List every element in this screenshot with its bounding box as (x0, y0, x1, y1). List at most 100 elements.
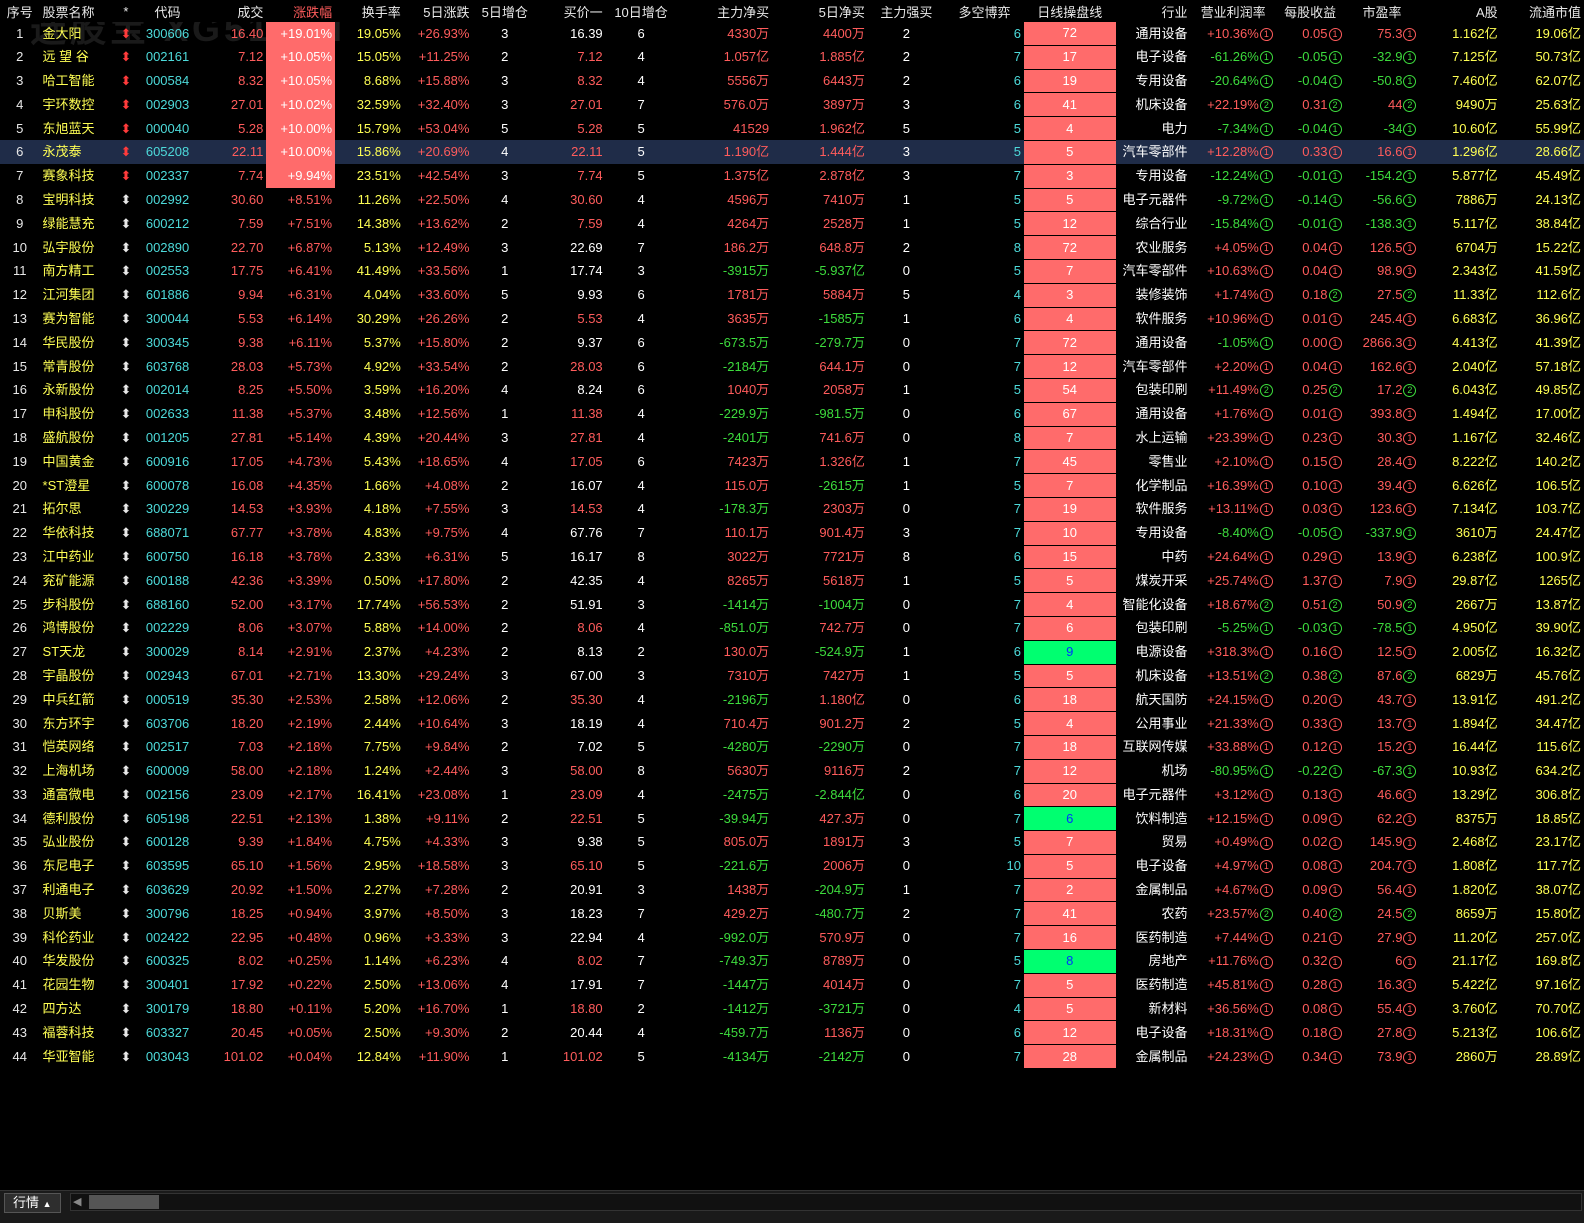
table-row[interactable]: 14 华民股份 ⬍ 300345 9.38 +6.11% 5.37% +15.80% 2 9.37… (0, 330, 1584, 356)
row-index: 19 (12, 453, 27, 469)
table-row[interactable]: 24 兖矿能源 ⬍ 600188 42.36 +3.39% 0.50% +17.80% 2 42.… (0, 568, 1584, 594)
column-header[interactable]: 涨跌幅 (266, 0, 336, 22)
operating-margin: -61.26% 1 (1191, 45, 1276, 69)
column-header[interactable]: * (114, 0, 138, 22)
table-row[interactable]: 4 宇环数控 ⬍ 002903 27.01 +10.02% 32.59% +32.40% 3 27… (0, 92, 1584, 118)
table-row[interactable]: 27 ST天龙 ⬍ 300029 8.14 +2.91% 2.37% +4.23% 2 8.13 2… (0, 640, 1584, 665)
daily-board: 4 (1024, 307, 1116, 332)
change-pct: +2.91% (287, 644, 333, 660)
price: 22.11 (197, 140, 267, 165)
column-header[interactable]: 流通市值 (1500, 0, 1584, 22)
table-row[interactable]: 44 华亚智能 ⬍ 003043 101.02 +0.04% 12.84% +11.90% 1 1… (0, 1044, 1584, 1070)
operating-margin: +4.67% 1 (1191, 878, 1276, 902)
rank-circle-icon: 1 (1403, 336, 1417, 350)
table-row[interactable]: 6 永茂泰 ⬍ 605208 22.11 +10.00% 15.86% +20.69% 4 22.… (0, 140, 1584, 165)
bid-price: 17.91 (570, 977, 603, 993)
table-row[interactable]: 31 恺英网络 ⬍ 002517 7.03 +2.18% 7.75% +9.84% 2 7.02 5… (0, 735, 1584, 760)
main-strong-buy: 0 (902, 358, 911, 374)
table-row[interactable]: 8 宝明科技 ⬍ 002992 30.60 +8.51% 11.26% +22.50% 4 30.… (0, 188, 1584, 213)
pe-ratio-value: -138.3 (1365, 215, 1403, 231)
column-header[interactable]: 5日涨跌 (403, 0, 473, 22)
stock-code: 002943 (145, 667, 190, 683)
table-row[interactable]: 18 盛航股份 ⬍ 001205 27.81 +5.14% 4.39% +20.44% 3 27.… (0, 426, 1584, 451)
table-row[interactable]: 16 永新股份 ⬍ 002014 8.25 +5.50% 3.59% +16.20% 4 8.24… (0, 378, 1584, 403)
column-header[interactable]: 5日增仓 (472, 0, 537, 22)
main-net-buy: 576.0万 (723, 96, 770, 112)
table-row[interactable]: 36 东尼电子 ⬍ 603595 65.10 +1.56% 2.95% +18.58% 3 65.… (0, 854, 1584, 879)
table-row[interactable]: 39 科伦药业 ⬍ 002422 22.95 +0.48% 0.96% +3.33% 3 22.9… (0, 925, 1584, 951)
table-row[interactable]: 7 赛象科技 ⬍ 002337 7.74 +9.94% 23.51% +42.54% 3 7.74… (0, 164, 1584, 189)
table-row[interactable]: 13 赛为智能 ⬍ 300044 5.53 +6.14% 30.29% +26.26% 2 5.5… (0, 307, 1584, 332)
column-header[interactable]: 日线操盘线 (1024, 0, 1116, 22)
table-row[interactable]: 19 中国黄金 ⬍ 600916 17.05 +4.73% 5.43% +18.65% 4 17.… (0, 449, 1584, 475)
column-header[interactable]: 市盈率 (1344, 0, 1420, 22)
table-row[interactable]: 1 金大阳 ⬍ 300606 16.40 +19.01% 19.05% +26.93% 3 16.… (0, 22, 1584, 46)
table-row[interactable]: 11 南方精工 ⬍ 002553 17.75 +6.41% 41.49% +33.56% 1 17… (0, 259, 1584, 284)
table-row[interactable]: 37 利通电子 ⬍ 603629 20.92 +1.50% 2.27% +7.28% 2 20.9… (0, 878, 1584, 903)
rank-circle-icon: 2 (1259, 384, 1273, 398)
net-buy-5d: -1004万 (818, 596, 865, 612)
column-header[interactable]: A股 (1419, 0, 1501, 22)
column-header[interactable]: 主力净买 (676, 0, 773, 22)
rank-circle-icon: 1 (1403, 574, 1417, 588)
table-row[interactable]: 41 花园生物 ⬍ 300401 17.92 +0.22% 2.50% +13.06% 4 17.… (0, 973, 1584, 998)
table-row[interactable]: 26 鸿博股份 ⬍ 002229 8.06 +3.07% 5.88% +14.00% 2 8.06… (0, 616, 1584, 641)
rank-circle-icon: 1 (1259, 717, 1273, 731)
horizontal-scrollbar[interactable]: ◀ (70, 1193, 1582, 1211)
column-header[interactable]: 行业 (1115, 0, 1191, 22)
eps: 0.38 2 (1276, 664, 1345, 688)
table-row[interactable]: 30 东方环宇 ⬍ 603706 18.20 +2.19% 2.44% +10.64% 3 18.… (0, 711, 1584, 736)
column-header[interactable]: 每股收益 (1275, 0, 1345, 22)
float-market-cap: 19.06亿 (1535, 25, 1581, 41)
column-header[interactable]: 10日增仓 (605, 0, 677, 22)
column-header[interactable]: 股票名称 (39, 0, 115, 22)
table-row[interactable]: 3 哈工智能 ⬍ 000584 8.32 +10.05% 8.68% +15.88% 3 8.32… (0, 69, 1584, 94)
table-row[interactable]: 21 拓尔思 ⬍ 300229 14.53 +3.93% 4.18% +7.55% 3 14.53… (0, 497, 1584, 522)
table-row[interactable]: 15 常青股份 ⬍ 603768 28.03 +5.73% 4.92% +33.54% 2 28.… (0, 354, 1584, 379)
a-shares: 3610万 (1455, 525, 1498, 541)
table-row[interactable]: 40 华发股份 ⬍ 600325 8.02 +0.25% 1.14% +6.23% 4 8.02 7… (0, 949, 1584, 974)
industry: 通用设备 (1135, 25, 1188, 41)
table-row[interactable]: 22 华依科技 ⬍ 688071 67.77 +3.78% 4.83% +9.75% 4 67.7… (0, 521, 1584, 546)
tab-quotes[interactable]: 行情 ▲ (4, 1193, 61, 1213)
column-header[interactable]: 多空博弈 (944, 0, 1024, 22)
bull-bear: 10 (1006, 858, 1021, 874)
increase-10d: 4 (637, 501, 645, 517)
table-row[interactable]: 20 *ST澄星 ⬍ 600078 16.08 +4.35% 1.66% +4.08% 2 16.… (0, 473, 1584, 498)
table-row[interactable]: 32 上海机场 ⬍ 600009 58.00 +2.18% 1.24% +2.44% 3 58.0… (0, 759, 1584, 784)
table-row[interactable]: 42 四方达 ⬍ 300179 18.80 +0.11% 5.20% +16.70% 1 18.8… (0, 997, 1584, 1022)
column-header[interactable]: 代码 (137, 0, 198, 22)
eps: 0.08 1 (1276, 997, 1345, 1021)
table-row[interactable]: 25 步科股份 ⬍ 688160 52.00 +3.17% 17.74% +56.53% 2 51… (0, 592, 1584, 617)
table-row[interactable]: 38 贝斯美 ⬍ 300796 18.25 +0.94% 3.97% +8.50% 3 18.23… (0, 901, 1584, 927)
table-row[interactable]: 29 中兵红箭 ⬍ 000519 35.30 +2.53% 2.58% +12.06% 2 35.… (0, 687, 1584, 713)
scrollbar-thumb[interactable] (89, 1195, 159, 1209)
table-row[interactable]: 28 宇晶股份 ⬍ 002943 67.01 +2.71% 13.30% +29.24% 3 67… (0, 664, 1584, 689)
table-row[interactable]: 23 江中药业 ⬍ 600750 16.18 +3.78% 2.33% +6.31% 5 16.1… (0, 545, 1584, 570)
increase-10d: 7 (637, 96, 645, 112)
rank-circle-icon: 1 (1403, 360, 1417, 374)
column-header[interactable]: 买价一 (536, 0, 606, 22)
column-header[interactable]: 主力强买 (867, 0, 945, 22)
column-header[interactable]: 营业利润率 (1190, 0, 1276, 22)
table-row[interactable]: 9 绿能慧充 ⬍ 600212 7.59 +7.51% 14.38% +13.62% 2 7.59… (0, 211, 1584, 237)
a-shares: 1.808亿 (1452, 858, 1498, 874)
column-header[interactable]: 5日净买 (772, 0, 868, 22)
change-5d: +53.04% (417, 120, 470, 136)
eps-value: 0.08 (1302, 1001, 1328, 1017)
table-row[interactable]: 33 通富微电 ⬍ 002156 23.09 +2.17% 16.41% +23.08% 1 23… (0, 783, 1584, 808)
table-row[interactable]: 5 东旭蓝天 ⬍ 000040 5.28 +10.00% 15.79% +53.04% 5 5.2… (0, 116, 1584, 141)
table-row[interactable]: 34 德利股份 ⬍ 605198 22.51 +2.13% 1.38% +9.11% 2 22.5… (0, 806, 1584, 832)
scroll-left-icon[interactable]: ◀ (73, 1194, 81, 1210)
table-row[interactable]: 2远 望 谷 ⬍ 002161 7.12 +10.05% 15.05% +11.25% 2 7.… (0, 45, 1584, 70)
table-row[interactable]: 12 江河集团 ⬍ 601886 9.94 +6.31% 4.04% +33.60% 5 9.93… (0, 283, 1584, 308)
column-header[interactable]: 换手率 (335, 0, 404, 22)
table-row[interactable]: 17 申科股份 ⬍ 002633 11.38 +5.37% 3.48% +12.56% 1 11.… (0, 402, 1584, 427)
table-row[interactable]: 10 弘宇股份 ⬍ 002890 22.70 +6.87% 5.13% +12.49% 3 22.… (0, 235, 1584, 260)
column-header[interactable]: 成交 (197, 0, 267, 22)
table-row[interactable]: 35 弘业股份 ⬍ 600128 9.39 +1.84% 4.75% +4.33% 3 9.38 5… (0, 830, 1584, 855)
increase-10d: 4 (637, 786, 645, 802)
table-row[interactable]: 43 福蓉科技 ⬍ 603327 20.45 +0.05% 2.50% +9.30% 2 20.4… (0, 1020, 1584, 1046)
column-header[interactable]: 序号 (0, 0, 40, 22)
operating-margin: +24.23% 1 (1191, 1045, 1276, 1069)
